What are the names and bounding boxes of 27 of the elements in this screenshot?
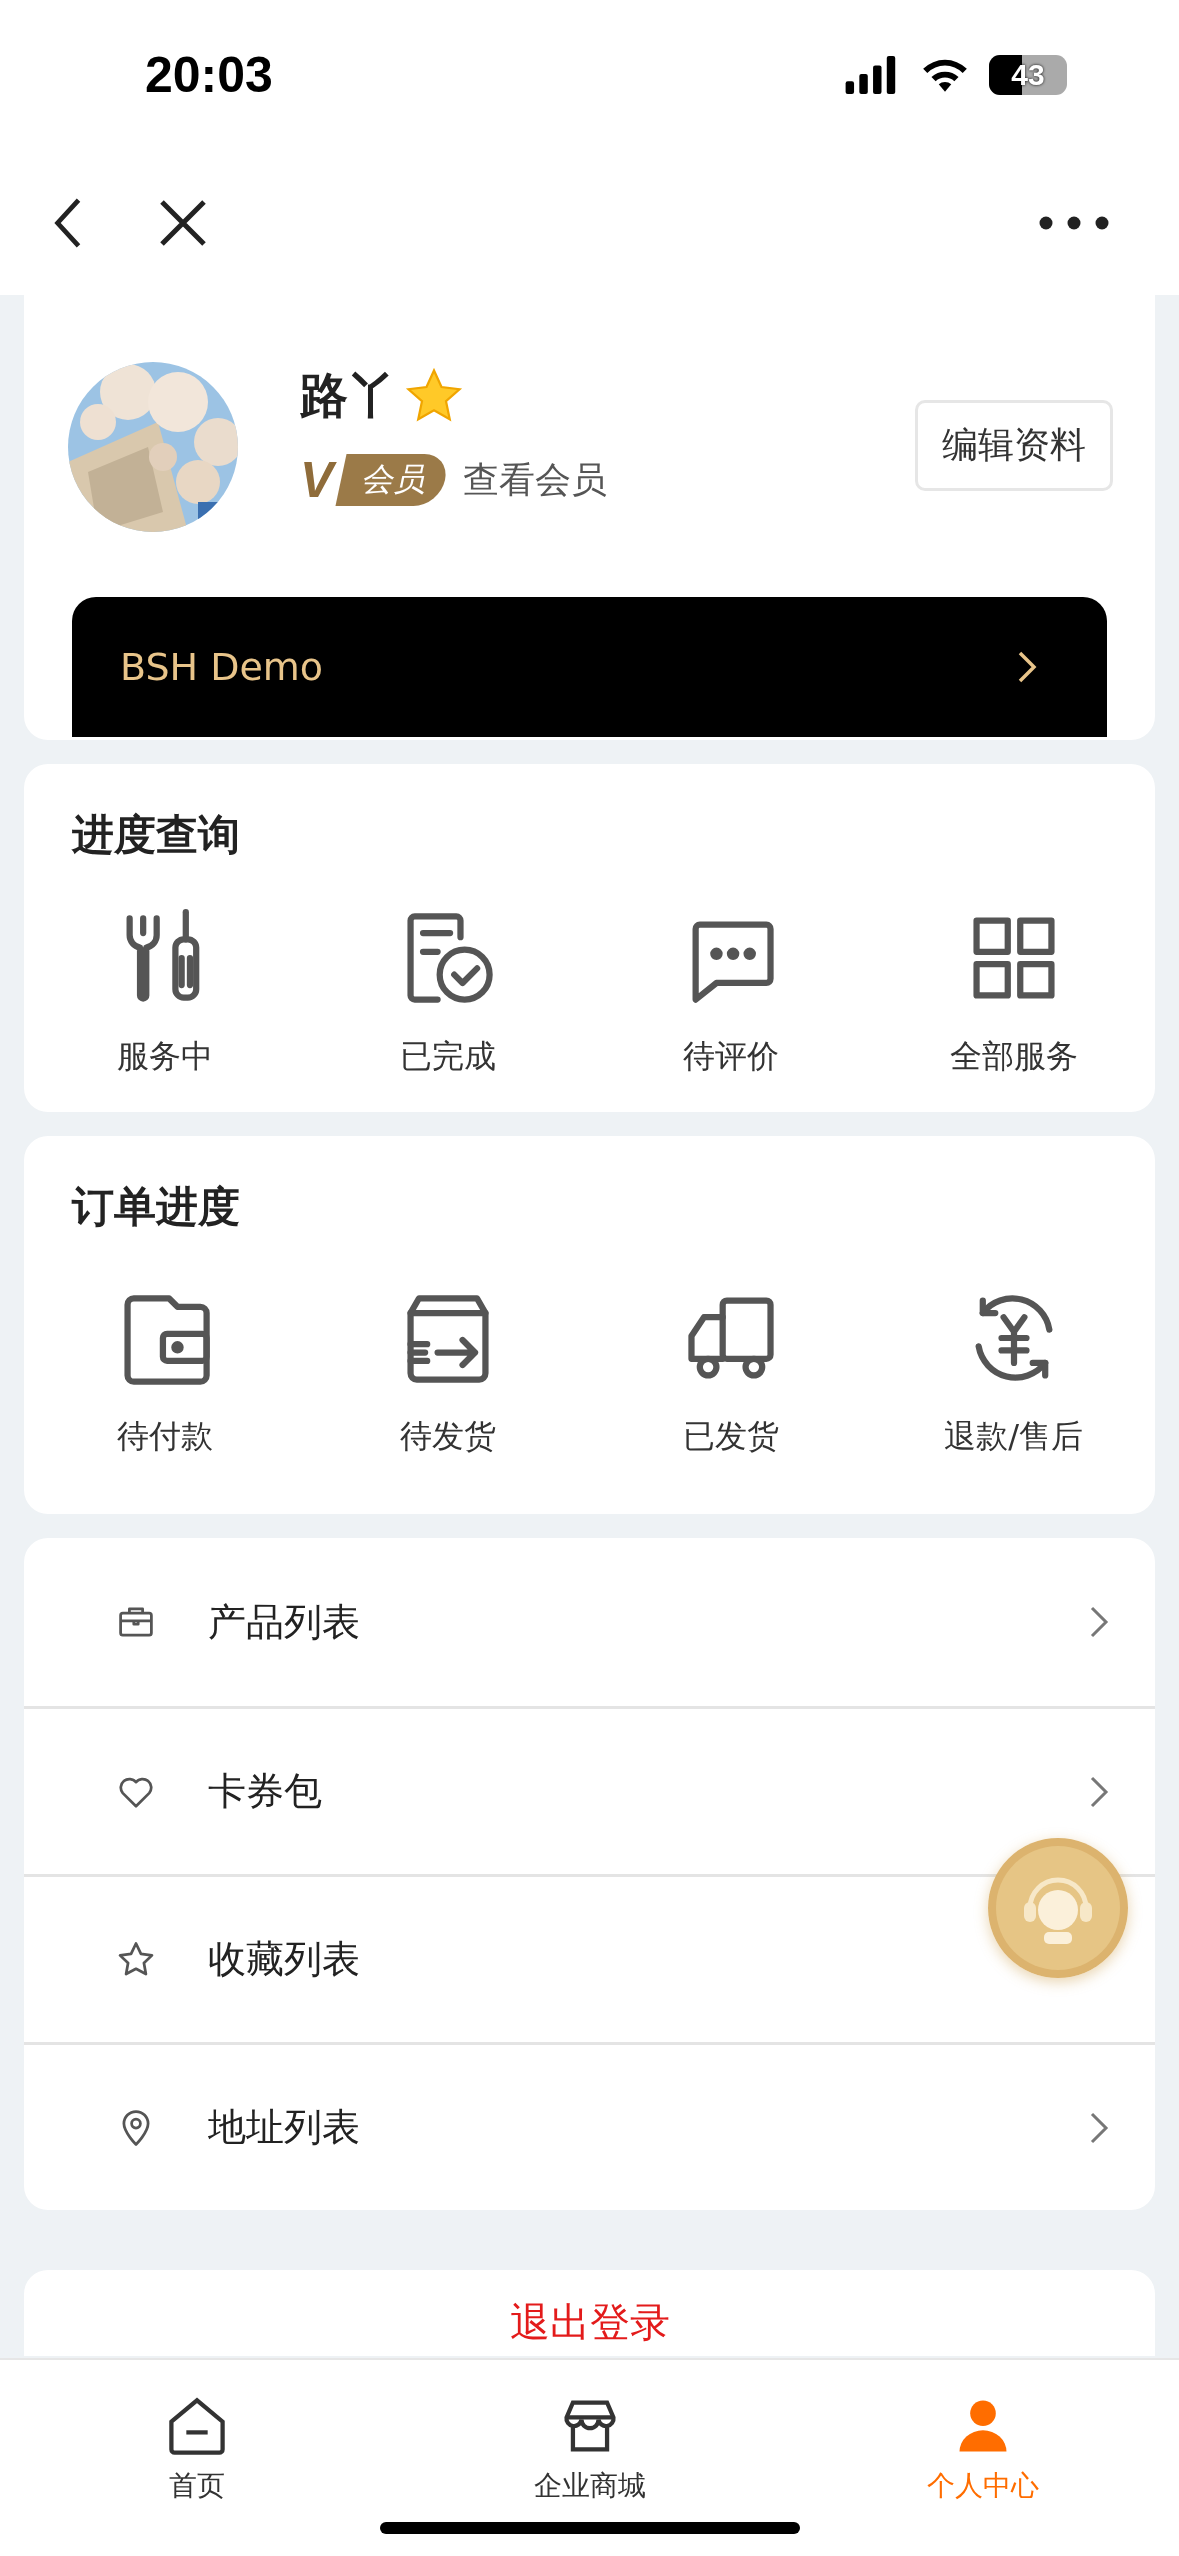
view-membership-link[interactable]: 查看会员 <box>463 455 608 505</box>
close-icon[interactable] <box>158 197 208 248</box>
more-icon[interactable] <box>1039 215 1109 230</box>
tab[interactable]: 首页 <box>0 2360 393 2556</box>
edit-profile-button[interactable]: 编辑资料 <box>915 400 1113 491</box>
tab[interactable]: 企业商城 <box>393 2360 786 2556</box>
menu-item[interactable]: 产品列表 <box>24 1538 1155 1706</box>
service-status-link[interactable]: 已完成 <box>400 1036 497 1076</box>
company-bar[interactable]: BSH Demo <box>72 597 1107 737</box>
chevron-icon <box>1089 1774 1109 1809</box>
section-title: 订单进度 <box>70 1182 241 1232</box>
service-status-link[interactable]: 待评价 <box>682 1036 779 1076</box>
section-title: 进度查询 <box>70 810 241 860</box>
service-status-link[interactable]: 服务中 <box>117 1036 214 1076</box>
order-status-link[interactable]: 已发货 <box>682 1416 779 1456</box>
logout-button[interactable]: 退出登录 <box>24 2270 1155 2356</box>
status-time: 20:03 <box>145 46 273 104</box>
order-status-link[interactable]: 待付款 <box>117 1416 214 1456</box>
order-status-link[interactable]: 退款/售后 <box>944 1416 1083 1456</box>
user-name: 路丫 <box>300 366 396 425</box>
menu-item[interactable]: 地址列表 <box>24 2042 1155 2210</box>
service-status-link[interactable]: 全部服务 <box>949 1036 1078 1076</box>
company-name: BSH Demo <box>120 645 324 689</box>
order-status-link[interactable]: 待发货 <box>400 1416 497 1456</box>
chevron-icon <box>1089 2110 1109 2145</box>
chevron-icon <box>1089 1605 1109 1639</box>
chevron-icon <box>1017 650 1037 684</box>
